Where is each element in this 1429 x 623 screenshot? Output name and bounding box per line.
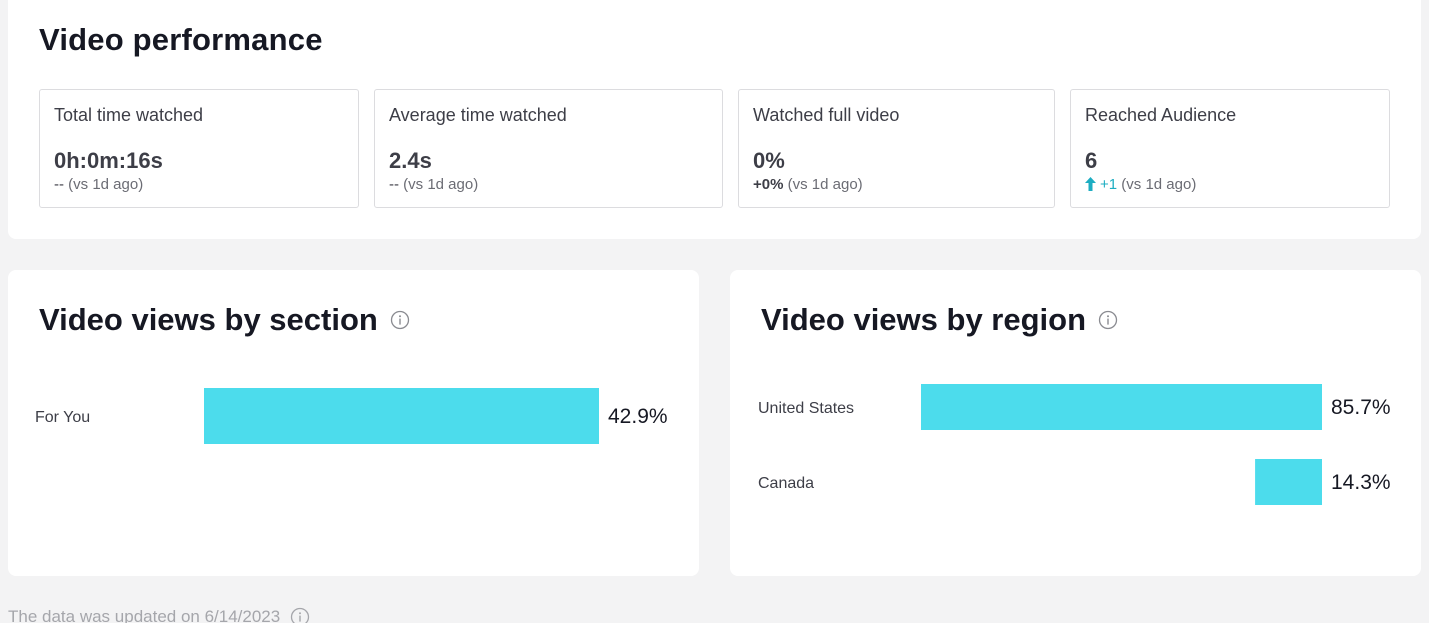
stat-label: Average time watched — [389, 105, 567, 125]
stat-reached-audience: Reached Audience 6 +1 (vs 1d ago) — [1070, 89, 1390, 208]
stat-delta-value: -- — [389, 176, 399, 193]
bar — [921, 384, 1322, 430]
stat-total-time-watched: Total time watched 0h:0m:16s -- (vs 1d a… — [39, 89, 359, 208]
section-chart-title-text: Video views by section — [39, 302, 378, 337]
data-updated-note: The data was updated on 6/14/2023 — [8, 607, 310, 623]
video-views-by-region-card: United States 85.7% Canada 14.3% Video view… — [730, 270, 1421, 576]
region-chart-title-text: Video views by region — [761, 302, 1087, 337]
video-views-by-section-card: For You 42.9% Video views by section — [8, 270, 699, 576]
info-icon[interactable] — [390, 310, 410, 330]
stat-label: Watched full video — [753, 105, 900, 125]
stat-delta: +1 (vs 1d ago) — [1085, 176, 1196, 193]
video-performance-title: Video performance — [39, 22, 323, 57]
stat-watched-full-video: Watched full video 0% +0% (vs 1d ago) — [738, 89, 1055, 208]
stat-delta: -- (vs 1d ago) — [389, 176, 478, 193]
stat-value: 2.4s — [389, 148, 432, 173]
stat-delta-value: +0% — [753, 176, 784, 193]
stat-value: 0h:0m:16s — [54, 148, 163, 173]
bar-value-label: 85.7% — [1331, 396, 1391, 419]
bar-category-label: For You — [35, 409, 90, 426]
region-chart-title: Video views by region — [761, 302, 1118, 338]
stat-delta: -- (vs 1d ago) — [54, 176, 143, 193]
stat-label: Reached Audience — [1085, 105, 1237, 125]
bar — [204, 388, 599, 444]
video-performance-card: Video performance Total time watched 0h:… — [8, 0, 1421, 239]
bar — [1255, 459, 1322, 505]
stat-delta: +0% (vs 1d ago) — [753, 176, 863, 193]
section-chart-title: Video views by section — [39, 302, 410, 338]
info-icon[interactable] — [290, 607, 310, 623]
bar-value-label: 42.9% — [608, 405, 668, 428]
stat-delta-suffix: (vs 1d ago) — [403, 176, 479, 193]
stat-delta-suffix: (vs 1d ago) — [787, 176, 863, 193]
stat-delta-suffix: (vs 1d ago) — [1121, 176, 1197, 193]
stat-label: Total time watched — [54, 105, 204, 125]
stat-average-time-watched: Average time watched 2.4s -- (vs 1d ago) — [374, 89, 723, 208]
stat-delta-value: -- — [54, 176, 64, 193]
data-updated-text: The data was updated on 6/14/2023 — [8, 607, 281, 623]
info-icon[interactable] — [1098, 310, 1118, 330]
bar-value-label: 14.3% — [1331, 471, 1391, 494]
stat-delta-value: +1 — [1100, 176, 1118, 193]
bar-category-label: Canada — [758, 475, 814, 492]
arrow-up-icon — [1085, 177, 1096, 191]
stat-delta-suffix: (vs 1d ago) — [68, 176, 144, 193]
stat-value: 0% — [753, 148, 785, 173]
bar-category-label: United States — [758, 400, 854, 417]
stat-value: 6 — [1085, 148, 1098, 173]
